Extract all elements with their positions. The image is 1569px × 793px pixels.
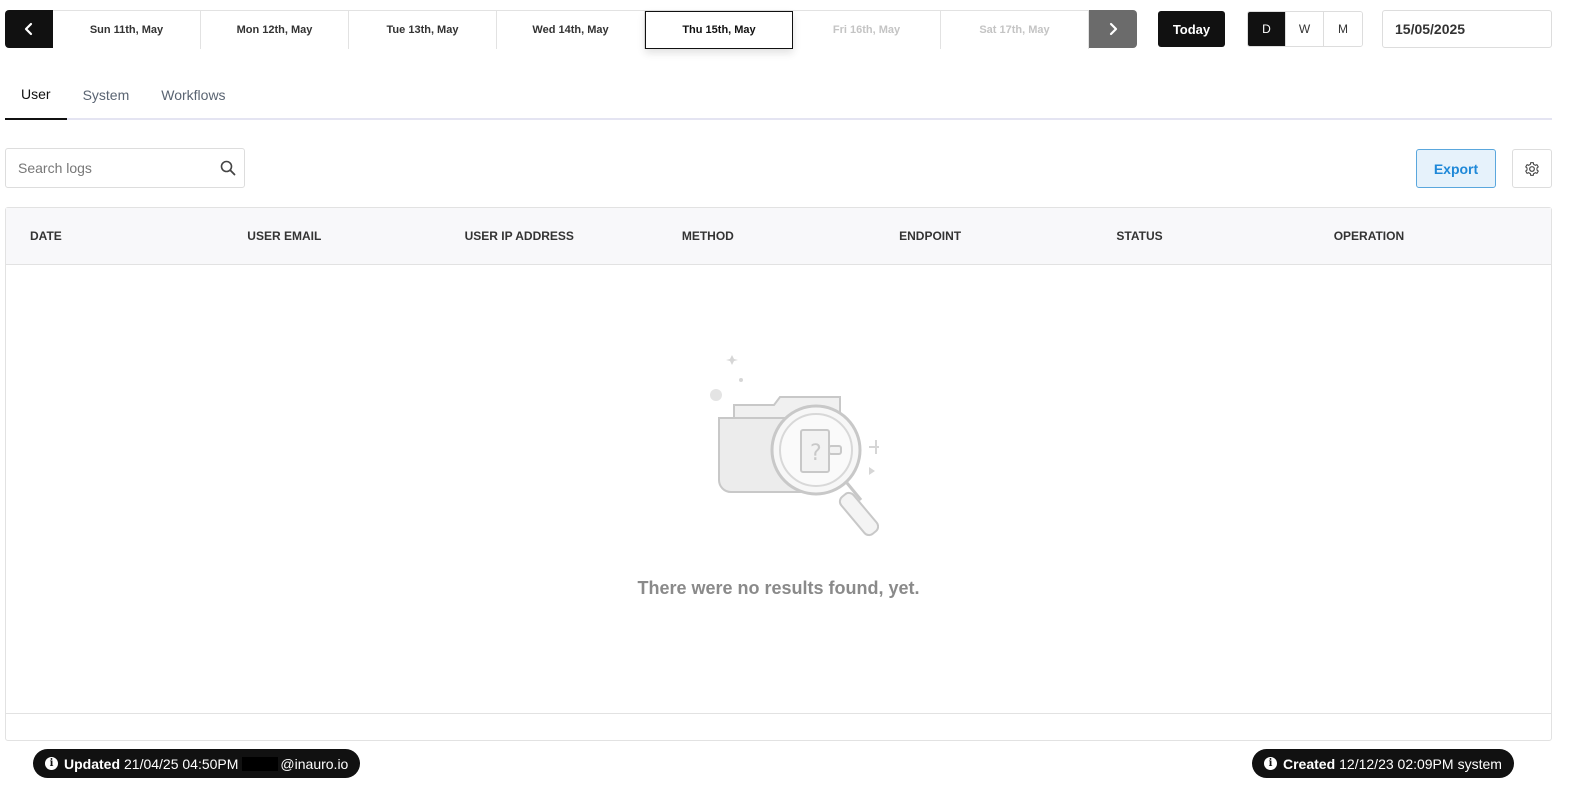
day-cell[interactable]: Wed 14th, May [497, 11, 645, 49]
column-header: METHOD [681, 229, 734, 243]
updated-timestamp: 21/04/25 04:50PM [124, 755, 239, 772]
info-icon: i [1264, 757, 1277, 770]
created-info-badge: i Created 12/12/23 02:09PM system [1252, 749, 1514, 778]
column-header: DATE [30, 229, 62, 243]
column-header: STATUS [1116, 229, 1163, 243]
day-cell: Sat 17th, May [941, 11, 1089, 49]
column-header: USER EMAIL [247, 229, 322, 243]
updated-label: Updated [64, 755, 120, 772]
tab-workflows[interactable]: Workflows [145, 70, 241, 120]
logs-table: DATE USER EMAIL USER IP ADDRESS METHOD ENDPO… [5, 207, 1552, 741]
table-header: DATE USER EMAIL USER IP ADDRESS METHOD ENDPO… [6, 208, 1551, 265]
empty-search-illustration-icon: ? [709, 355, 879, 537]
created-timestamp: 12/12/23 02:09PM [1339, 755, 1454, 772]
search-input[interactable] [6, 149, 211, 187]
created-by: system [1457, 755, 1502, 772]
today-button[interactable]: Today [1158, 11, 1225, 47]
view-mode-toggle: DWM [1247, 11, 1363, 47]
tab-system[interactable]: System [67, 70, 146, 120]
day-cell[interactable]: Thu 15th, May [645, 11, 793, 49]
date-picker-input[interactable] [1382, 10, 1552, 48]
info-icon: i [45, 757, 58, 770]
table-settings-button[interactable] [1512, 149, 1552, 188]
search-icon[interactable] [211, 160, 244, 176]
export-button[interactable]: Export [1416, 149, 1496, 188]
column-header: USER IP ADDRESS [464, 229, 574, 243]
log-type-tabs: User System Workflows [5, 70, 1552, 120]
day-list: Sun 11th, May Mon 12th, May Tue 13th, May W… [53, 10, 1089, 49]
view-mode-option[interactable]: W [1286, 12, 1324, 46]
empty-state-message: There were no results found, yet. [637, 578, 920, 598]
gear-icon [1525, 161, 1539, 176]
day-cell[interactable]: Mon 12th, May [201, 11, 349, 49]
chevron-right-icon [1109, 22, 1118, 36]
date-navigator: Sun 11th, May Mon 12th, May Tue 13th, May W… [5, 10, 1137, 49]
search-box [5, 148, 245, 188]
empty-state: ? There were no results found, yet. [6, 350, 1551, 599]
tab-user[interactable]: User [5, 70, 67, 120]
created-label: Created [1283, 755, 1336, 772]
updated-info-badge: i Updated 21/04/25 04:50PM @inauro.io [33, 749, 361, 778]
svg-text:?: ? [810, 441, 822, 466]
next-week-button[interactable] [1089, 10, 1137, 48]
day-cell[interactable]: Tue 13th, May [349, 11, 497, 49]
view-mode-option[interactable]: M [1324, 12, 1362, 46]
view-mode-option[interactable]: D [1248, 12, 1286, 46]
redacted-email-block [242, 756, 279, 771]
previous-week-button[interactable] [5, 10, 53, 48]
day-cell[interactable]: Sun 11th, May [53, 11, 201, 49]
column-header: ENDPOINT [899, 229, 962, 243]
updated-by-email: @inauro.io [280, 755, 349, 772]
column-header: OPERATION [1333, 229, 1405, 243]
table-body: ? There were no results found, yet. [6, 265, 1551, 714]
day-cell: Fri 16th, May [793, 11, 941, 49]
chevron-left-icon [24, 22, 33, 36]
